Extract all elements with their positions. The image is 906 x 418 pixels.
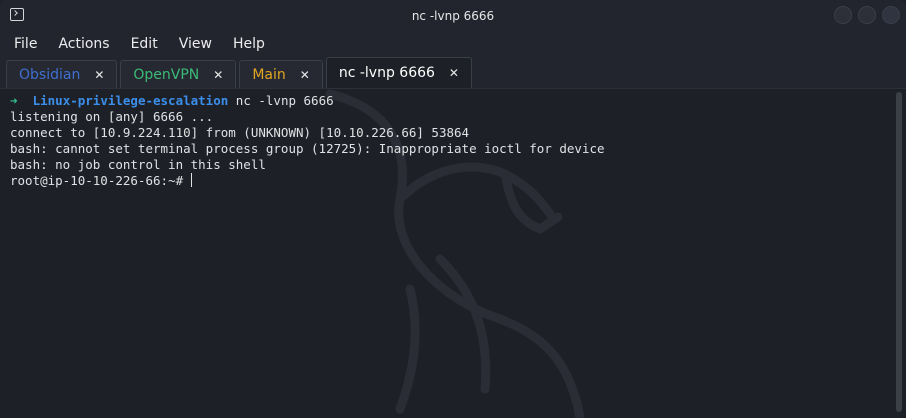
tab-label: Main	[252, 66, 286, 83]
menu-edit[interactable]: Edit	[125, 36, 158, 52]
menu-actions[interactable]: Actions	[52, 36, 109, 52]
title-bar[interactable]: nc -lvnp 6666	[0, 0, 906, 32]
output-line: listening on [any] 6666 ...	[10, 109, 214, 124]
command-line: ➜ Linux-privilege-escalation nc -lvnp 66…	[10, 93, 892, 109]
scrollbar[interactable]	[892, 89, 906, 418]
prompt-arrow-icon: ➜	[10, 93, 18, 108]
tab-obsidian[interactable]: Obsidian ✕	[6, 60, 118, 88]
minimize-button[interactable]	[834, 6, 852, 24]
tab-close-icon[interactable]: ✕	[213, 68, 223, 82]
window-controls	[834, 6, 900, 24]
tab-openvpn[interactable]: OpenVPN ✕	[120, 60, 237, 88]
close-button[interactable]	[882, 6, 900, 24]
shell-line: root@ip-10-10-226-66:~#	[10, 173, 892, 189]
tab-close-icon[interactable]: ✕	[300, 68, 310, 82]
tab-main[interactable]: Main ✕	[239, 60, 323, 88]
output-line: connect to [10.9.224.110] from (UNKNOWN)…	[10, 125, 470, 140]
prompt-directory: Linux-privilege-escalation	[32, 93, 229, 108]
menu-file[interactable]: File	[8, 36, 37, 52]
output-line: bash: cannot set terminal process group …	[10, 141, 605, 156]
menu-view[interactable]: View	[173, 36, 212, 52]
tab-nc[interactable]: nc -lvnp 6666 ✕	[325, 57, 472, 88]
window-title: nc -lvnp 6666	[411, 9, 495, 23]
terminal-area[interactable]: ➜ Linux-privilege-escalation nc -lvnp 66…	[0, 89, 892, 418]
shell-prompt: root@ip-10-10-226-66:~#	[10, 173, 184, 188]
scrollbar-thumb[interactable]	[896, 92, 902, 412]
tab-close-icon[interactable]: ✕	[449, 66, 459, 80]
tab-label: OpenVPN	[133, 66, 200, 83]
terminal-window: nc -lvnp 6666 File Actions Edit View Hel…	[0, 0, 906, 418]
tab-bar: Obsidian ✕ OpenVPN ✕ Main ✕ nc -lvnp 666…	[0, 56, 906, 89]
tab-label: nc -lvnp 6666	[338, 65, 435, 81]
terminal-icon	[10, 8, 24, 21]
tab-close-icon[interactable]: ✕	[94, 68, 104, 82]
menu-help[interactable]: Help	[227, 36, 265, 52]
text-cursor	[191, 173, 193, 187]
maximize-button[interactable]	[858, 6, 876, 24]
tab-label: Obsidian	[19, 66, 81, 83]
command-text: nc -lvnp 6666	[235, 93, 334, 108]
output-line: bash: no job control in this shell	[10, 157, 266, 172]
menu-bar: File Actions Edit View Help	[0, 32, 906, 56]
terminal-output: ➜ Linux-privilege-escalation nc -lvnp 66…	[0, 89, 892, 189]
